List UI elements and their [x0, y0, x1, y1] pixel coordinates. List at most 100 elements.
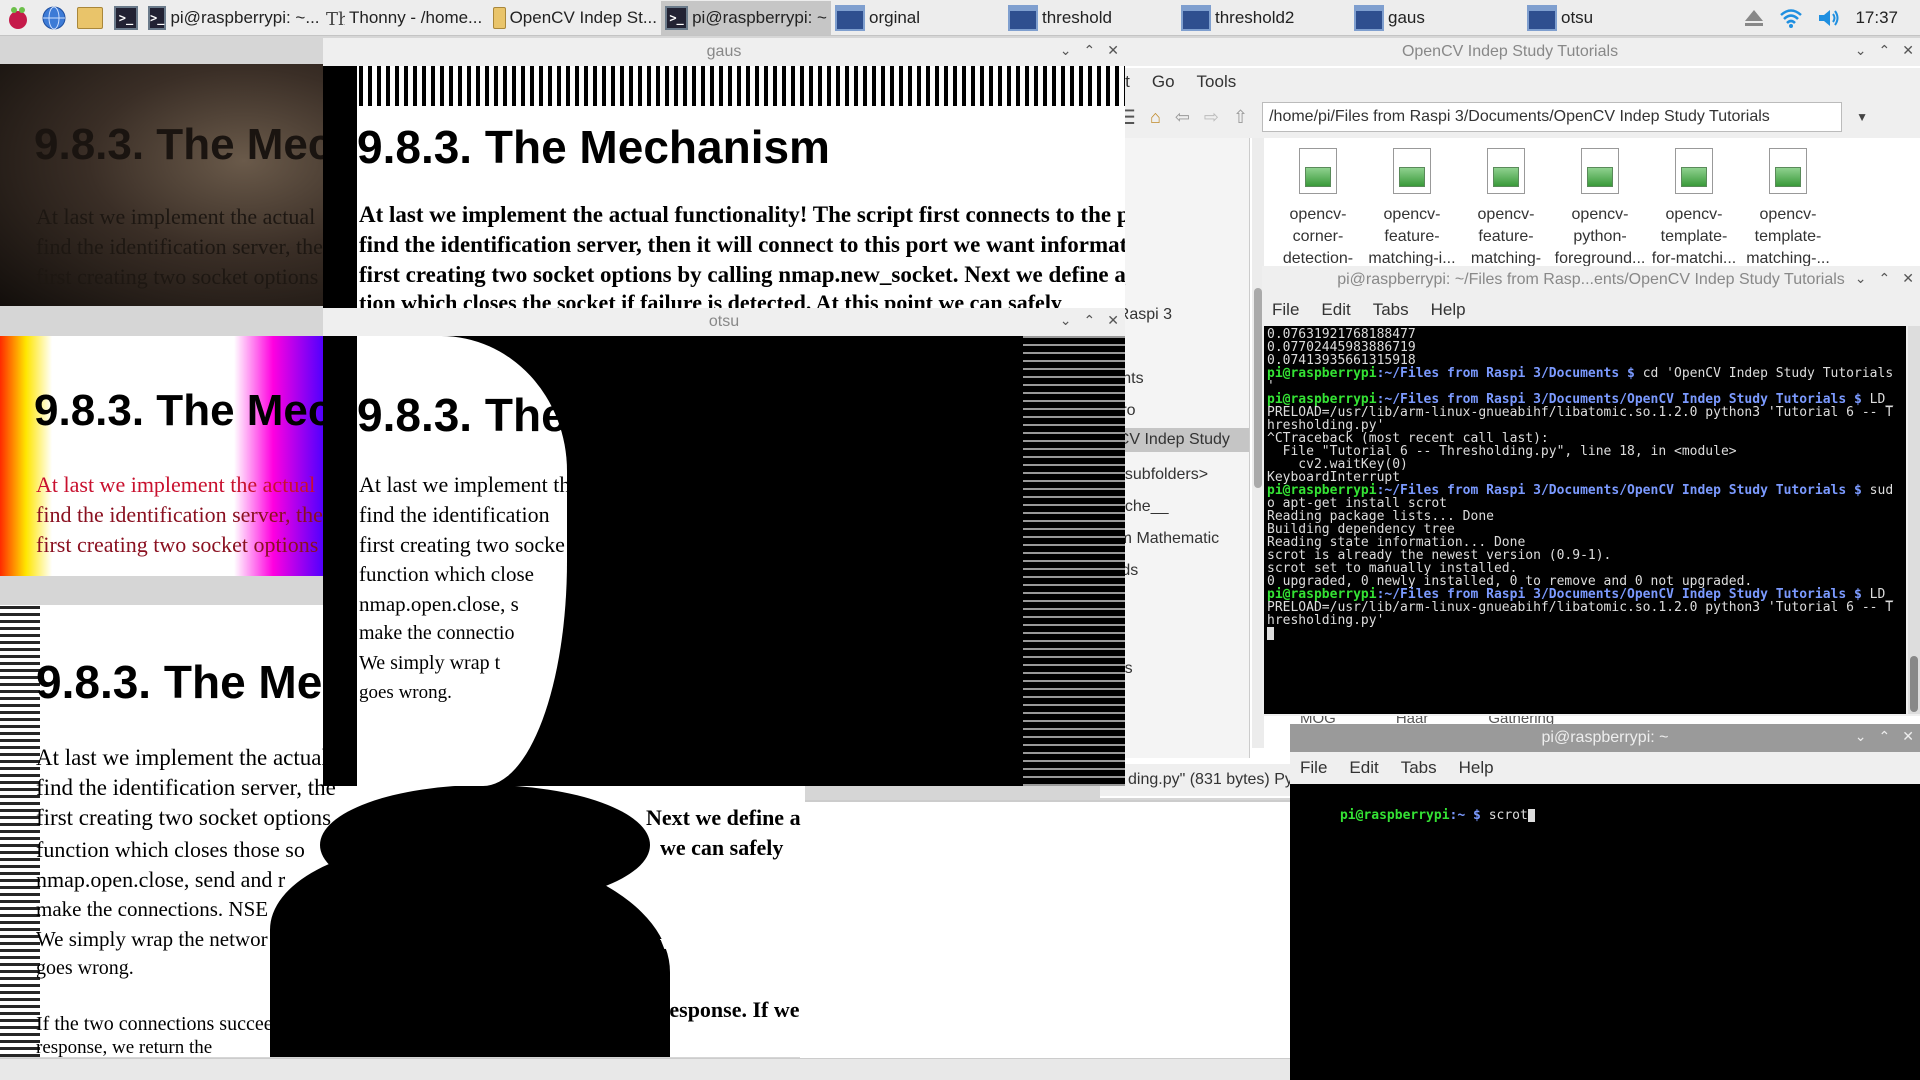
command-text: sud [1869, 483, 1894, 498]
image-text-line: socket. In this ca [636, 867, 793, 892]
eject-icon[interactable] [1743, 7, 1765, 29]
terminal-1-titlebar[interactable]: pi@raspberrypi: ~/Files from Rasp...ents… [1262, 266, 1920, 294]
task-threshold[interactable]: threshold [1004, 1, 1177, 35]
task-terminal-1[interactable]: >_ pi@raspberrypi: ~... [144, 1, 319, 35]
task-threshold2[interactable]: threshold2 [1177, 1, 1350, 35]
task-otsu[interactable]: otsu [1523, 1, 1643, 35]
minimize-icon[interactable]: ⌄ [1060, 42, 1072, 59]
maximize-icon[interactable]: ⌃ [1879, 728, 1891, 745]
menu-item[interactable]: Tools [1197, 72, 1237, 92]
image-text-line: At last we implement the actual function… [359, 202, 1125, 227]
maximize-icon[interactable]: ⌃ [1084, 42, 1096, 59]
prompt-path: :~/Files from Raspi 3/Documents $ [1376, 366, 1643, 381]
image-text-line: nmap.open.close, send and r [36, 867, 286, 892]
up-icon[interactable]: ⇧ [1233, 107, 1248, 128]
task-orginal[interactable]: orginal [831, 1, 1004, 35]
minimize-icon[interactable]: ⌄ [1855, 270, 1867, 287]
back-icon[interactable]: ⇦ [1175, 107, 1190, 128]
image-heading: 9.8.3. The Mechanism [357, 121, 830, 173]
otsu-image: 9.8.3. The Me At last we implement th fi… [323, 336, 1125, 786]
window-controls: ⌄ ⌃ ✕ [1060, 312, 1119, 329]
terminal-2-output[interactable]: pi@raspberrypi:~ $ scrot [1290, 784, 1920, 1080]
scroll-thumb[interactable] [1910, 656, 1918, 712]
image-text-line: Next we define a [646, 805, 801, 830]
close-icon[interactable]: ✕ [1107, 312, 1119, 329]
menu-item[interactable]: Tabs [1401, 758, 1437, 778]
image-text-line: first creating two socke [359, 532, 565, 557]
maximize-icon[interactable]: ⌃ [1879, 270, 1891, 287]
terminal-2-titlebar[interactable]: pi@raspberrypi: ~ ⌄ ⌃ ✕ [1290, 724, 1920, 752]
image-text-line: to avoid excess [660, 897, 799, 922]
maximize-icon[interactable]: ⌃ [1879, 42, 1891, 59]
task-label: Thonny - /home... [349, 7, 483, 27]
image-text-line: we call our cat [660, 929, 796, 954]
close-icon[interactable]: ✕ [1902, 42, 1914, 59]
otsu-titlebar[interactable]: otsu ⌄ ⌃ ✕ [323, 308, 1125, 336]
scroll-thumb[interactable] [1254, 288, 1262, 488]
file-manager-launcher[interactable] [72, 0, 108, 36]
image-text-line: goes wrong. [36, 957, 134, 979]
image-text-line: response. If we [660, 997, 800, 1022]
image-heading: 9.8.3. The Me [357, 389, 644, 441]
file-manager-titlebar[interactable]: OpenCV Indep Study Tutorials ⌄ ⌃ ✕ [1100, 38, 1920, 66]
menu-item[interactable]: Tabs [1373, 300, 1409, 320]
menu-item[interactable]: Edit [1349, 758, 1378, 778]
orginal-window: 9.8.3. The Mecha At last we implement th… [0, 64, 325, 306]
menu-item[interactable]: Edit [1321, 300, 1350, 320]
window-title: pi@raspberrypi: ~ [1541, 729, 1669, 746]
menu-item[interactable]: File [1272, 300, 1299, 320]
clock[interactable]: 17:37 [1855, 8, 1898, 28]
terminal-icon: >_ [148, 5, 167, 30]
chevron-down-icon[interactable]: ▼ [1856, 110, 1868, 124]
image-text-line: first creating two socket options [36, 805, 332, 830]
terminal-scrollbar[interactable] [1908, 326, 1920, 714]
task-gaus[interactable]: gaus [1350, 1, 1523, 35]
task-label: pi@raspberrypi: ~... [170, 7, 319, 27]
menu-item[interactable]: Go [1152, 72, 1175, 92]
raspberry-menu-button[interactable] [0, 0, 36, 36]
window-controls: ⌄ ⌃ ✕ [1855, 270, 1914, 287]
task-label: otsu [1561, 7, 1594, 27]
minimize-icon[interactable]: ⌄ [1060, 312, 1072, 329]
menu-item[interactable]: Help [1431, 300, 1466, 320]
window-title: pi@raspberrypi: ~/Files from Rasp...ents… [1337, 271, 1845, 288]
browser-launcher[interactable] [36, 0, 72, 36]
terminal-1-output[interactable]: 0.07631921768188477 0.07702445983886719 0.… [1264, 326, 1906, 714]
wifi-icon[interactable] [1779, 7, 1803, 29]
window-controls: ⌄ ⌃ ✕ [1060, 42, 1119, 59]
terminal-icon: >_ [114, 5, 138, 30]
menu-item[interactable]: File [1300, 758, 1327, 778]
minimize-icon[interactable]: ⌄ [1855, 42, 1867, 59]
window-icon [1354, 4, 1384, 31]
volume-icon[interactable] [1817, 7, 1841, 29]
close-icon[interactable]: ✕ [1902, 270, 1914, 287]
image-text-line: goes wrong. [359, 682, 452, 703]
cursor [1267, 627, 1274, 640]
close-icon[interactable]: ✕ [1107, 42, 1119, 59]
forward-icon[interactable]: ⇨ [1204, 107, 1219, 128]
dark-blob [320, 785, 650, 905]
close-icon[interactable]: ✕ [1902, 728, 1914, 745]
image-text-line: tion which closes the socket if failure … [359, 290, 1062, 308]
home-icon[interactable]: ⌂ [1150, 107, 1161, 128]
task-terminal-2[interactable]: >_ pi@raspberrypi: ~ [661, 0, 831, 35]
menu-item[interactable]: Help [1459, 758, 1494, 778]
path-bar[interactable]: /home/pi/Files from Raspi 3/Documents/Op… [1262, 102, 1843, 132]
window-title: gaus [706, 43, 742, 60]
task-file-manager[interactable]: OpenCV Indep St... [489, 1, 661, 35]
window-icon [835, 4, 865, 31]
prompt-path: :~ $ [1449, 808, 1489, 823]
status-text: ding.py" (831 bytes) Py [1128, 771, 1293, 788]
minimize-icon[interactable]: ⌄ [1855, 728, 1867, 745]
image-text-line: find the identification [359, 502, 550, 527]
window-controls: ⌄ ⌃ ✕ [1855, 42, 1914, 59]
taskbar: >_ >_ pi@raspberrypi: ~... Th Thonny - /… [0, 0, 1920, 36]
maximize-icon[interactable]: ⌃ [1084, 312, 1096, 329]
task-label: threshold [1042, 7, 1112, 27]
image-text-line: we can safely [660, 835, 784, 860]
gaus-window: gaus ⌄ ⌃ ✕ 9.8.3. The Mechanism At last we… [323, 38, 1125, 308]
threshold-image: 9.8.3. The Mecha At last we implement th… [0, 336, 325, 576]
gaus-titlebar[interactable]: gaus ⌄ ⌃ ✕ [323, 38, 1125, 66]
task-thonny[interactable]: Th Thonny - /home... [319, 1, 489, 35]
terminal-launcher[interactable]: >_ [108, 0, 144, 36]
